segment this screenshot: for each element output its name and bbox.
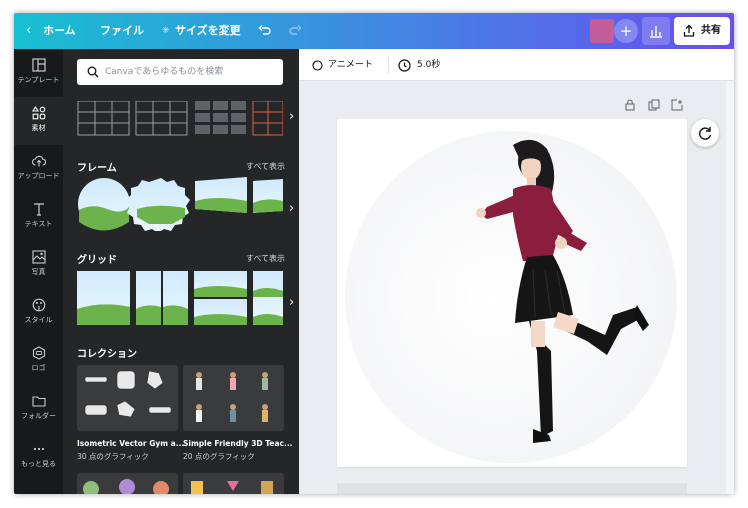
grids-heading: グリッド	[77, 255, 117, 266]
rail-item-logos[interactable]: ロゴ	[14, 337, 63, 385]
folder-icon	[31, 396, 46, 407]
rail-label: フォルダー	[21, 412, 56, 420]
rail-item-elements[interactable]: 素材	[14, 97, 63, 145]
rail-label: アップロード	[17, 172, 60, 180]
balloon-illustrations	[83, 479, 169, 494]
frames-see-all-link[interactable]: すべて表示	[246, 161, 285, 172]
rail-label: 素材	[31, 124, 46, 132]
rail-label: もっと見る	[21, 460, 56, 468]
frame-thumbnails[interactable]	[77, 177, 283, 233]
rail-item-styles[interactable]: スタイル	[14, 289, 63, 337]
add-collaborator-button[interactable]: +	[614, 19, 638, 43]
rail-label: スタイル	[24, 316, 53, 324]
rail-item-templates[interactable]: テンプレート	[14, 49, 63, 97]
plus-icon: +	[619, 22, 633, 40]
vertical-scrollbar[interactable]	[726, 81, 734, 494]
rail-item-text[interactable]: テキスト	[14, 193, 63, 241]
chevron-right-icon[interactable]: ›	[289, 295, 294, 310]
collection-card-partial[interactable]	[183, 473, 284, 494]
share-button[interactable]: 共有	[674, 17, 730, 45]
upload-icon	[31, 155, 46, 167]
redo-button[interactable]	[288, 13, 302, 49]
search-placeholder: Canvaであらゆるものを検索	[105, 67, 224, 77]
refresh-button[interactable]	[691, 119, 719, 147]
canvas-stage	[299, 81, 734, 494]
collection-card-3d-teacher[interactable]	[183, 365, 284, 431]
chevron-right-icon[interactable]: ›	[289, 201, 294, 216]
toolbar-divider	[388, 57, 389, 73]
tables-row	[77, 100, 284, 137]
lock-icon[interactable]	[625, 99, 635, 111]
rail-label: テキスト	[24, 220, 53, 228]
collection-count: 30 点のグラフィック	[77, 452, 149, 461]
chevron-left-icon[interactable]: ‹	[26, 13, 31, 49]
style-icon	[32, 298, 45, 312]
teacher-figures	[196, 372, 268, 422]
collection-title[interactable]: Simple Friendly 3D Teac...	[183, 439, 293, 448]
elements-panel: Canvaであらゆるものを検索 › フレーム すべて表示 › グリッド すべて表…	[63, 49, 299, 494]
share-label: 共有	[701, 25, 721, 36]
top-bar: ‹ ホーム ファイル ✳ サイズを変更 + 共有	[14, 13, 734, 49]
design-page[interactable]	[337, 119, 687, 467]
photo-frame[interactable]	[337, 119, 687, 467]
rail-item-folders[interactable]: フォルダー	[14, 385, 63, 433]
rail-label: テンプレート	[17, 76, 60, 84]
add-page-icon[interactable]	[671, 99, 683, 111]
template-icon	[31, 58, 46, 72]
drink-illustrations	[191, 481, 273, 494]
grids-see-all-link[interactable]: すべて表示	[246, 253, 285, 264]
animate-button[interactable]: アニメート	[328, 49, 373, 81]
chevron-right-icon[interactable]: ›	[289, 109, 294, 124]
share-icon	[683, 24, 695, 37]
gym-illustrations	[84, 370, 172, 418]
rail-label: 写真	[31, 268, 46, 276]
collection-title[interactable]: Isometric Vector Gym a...	[77, 439, 184, 448]
undo-button[interactable]	[258, 13, 272, 49]
elements-icon	[31, 106, 45, 120]
avatar[interactable]	[590, 19, 614, 43]
rail-label: ロゴ	[31, 364, 46, 372]
search-input[interactable]: Canvaであらゆるものを検索	[77, 59, 283, 85]
rail-item-uploads[interactable]: アップロード	[14, 145, 63, 193]
next-page-preview	[337, 483, 687, 494]
home-button[interactable]: ホーム	[43, 13, 76, 49]
collections-heading: コレクション	[77, 349, 137, 360]
more-icon	[33, 447, 44, 451]
rail-item-photos[interactable]: 写真	[14, 241, 63, 289]
animate-icon	[312, 60, 323, 71]
clock-icon	[398, 59, 411, 72]
sparkle-icon: ✳	[162, 26, 170, 36]
resize-button[interactable]: サイズを変更	[175, 13, 241, 49]
grids-row[interactable]	[77, 271, 283, 325]
rail-item-more[interactable]: もっと見る	[14, 433, 63, 481]
editor-toolbar: アニメート 5.0秒	[299, 49, 734, 81]
undo-icon	[258, 25, 271, 35]
canva-editor-window: ‹ ホーム ファイル ✳ サイズを変更 + 共有 テンプレート 素材 アップロー…	[14, 13, 734, 494]
frames-heading: フレーム	[77, 163, 117, 174]
side-rail: テンプレート 素材 アップロード テキスト 写真 スタイル ロゴ フォルダー も…	[14, 49, 63, 494]
collection-card-gym[interactable]	[77, 365, 178, 431]
bar-chart-icon	[650, 26, 662, 38]
search-icon	[87, 66, 99, 78]
collection-card-partial[interactable]	[77, 473, 178, 494]
grid-thumbnails[interactable]	[77, 271, 283, 325]
collection-count: 20 点のグラフィック	[183, 452, 255, 461]
photo-icon	[31, 250, 46, 264]
duration-button[interactable]: 5.0秒	[417, 49, 440, 81]
duplicate-page-icon[interactable]	[648, 99, 660, 111]
circle-frame	[345, 131, 677, 463]
insights-button[interactable]	[642, 17, 670, 45]
text-icon	[33, 203, 44, 216]
logo-icon	[32, 346, 45, 360]
redo-icon	[289, 25, 302, 35]
refresh-icon	[699, 127, 712, 140]
frames-row[interactable]	[77, 177, 283, 233]
file-menu-button[interactable]: ファイル	[100, 13, 144, 49]
table-thumbnails[interactable]	[77, 100, 284, 137]
